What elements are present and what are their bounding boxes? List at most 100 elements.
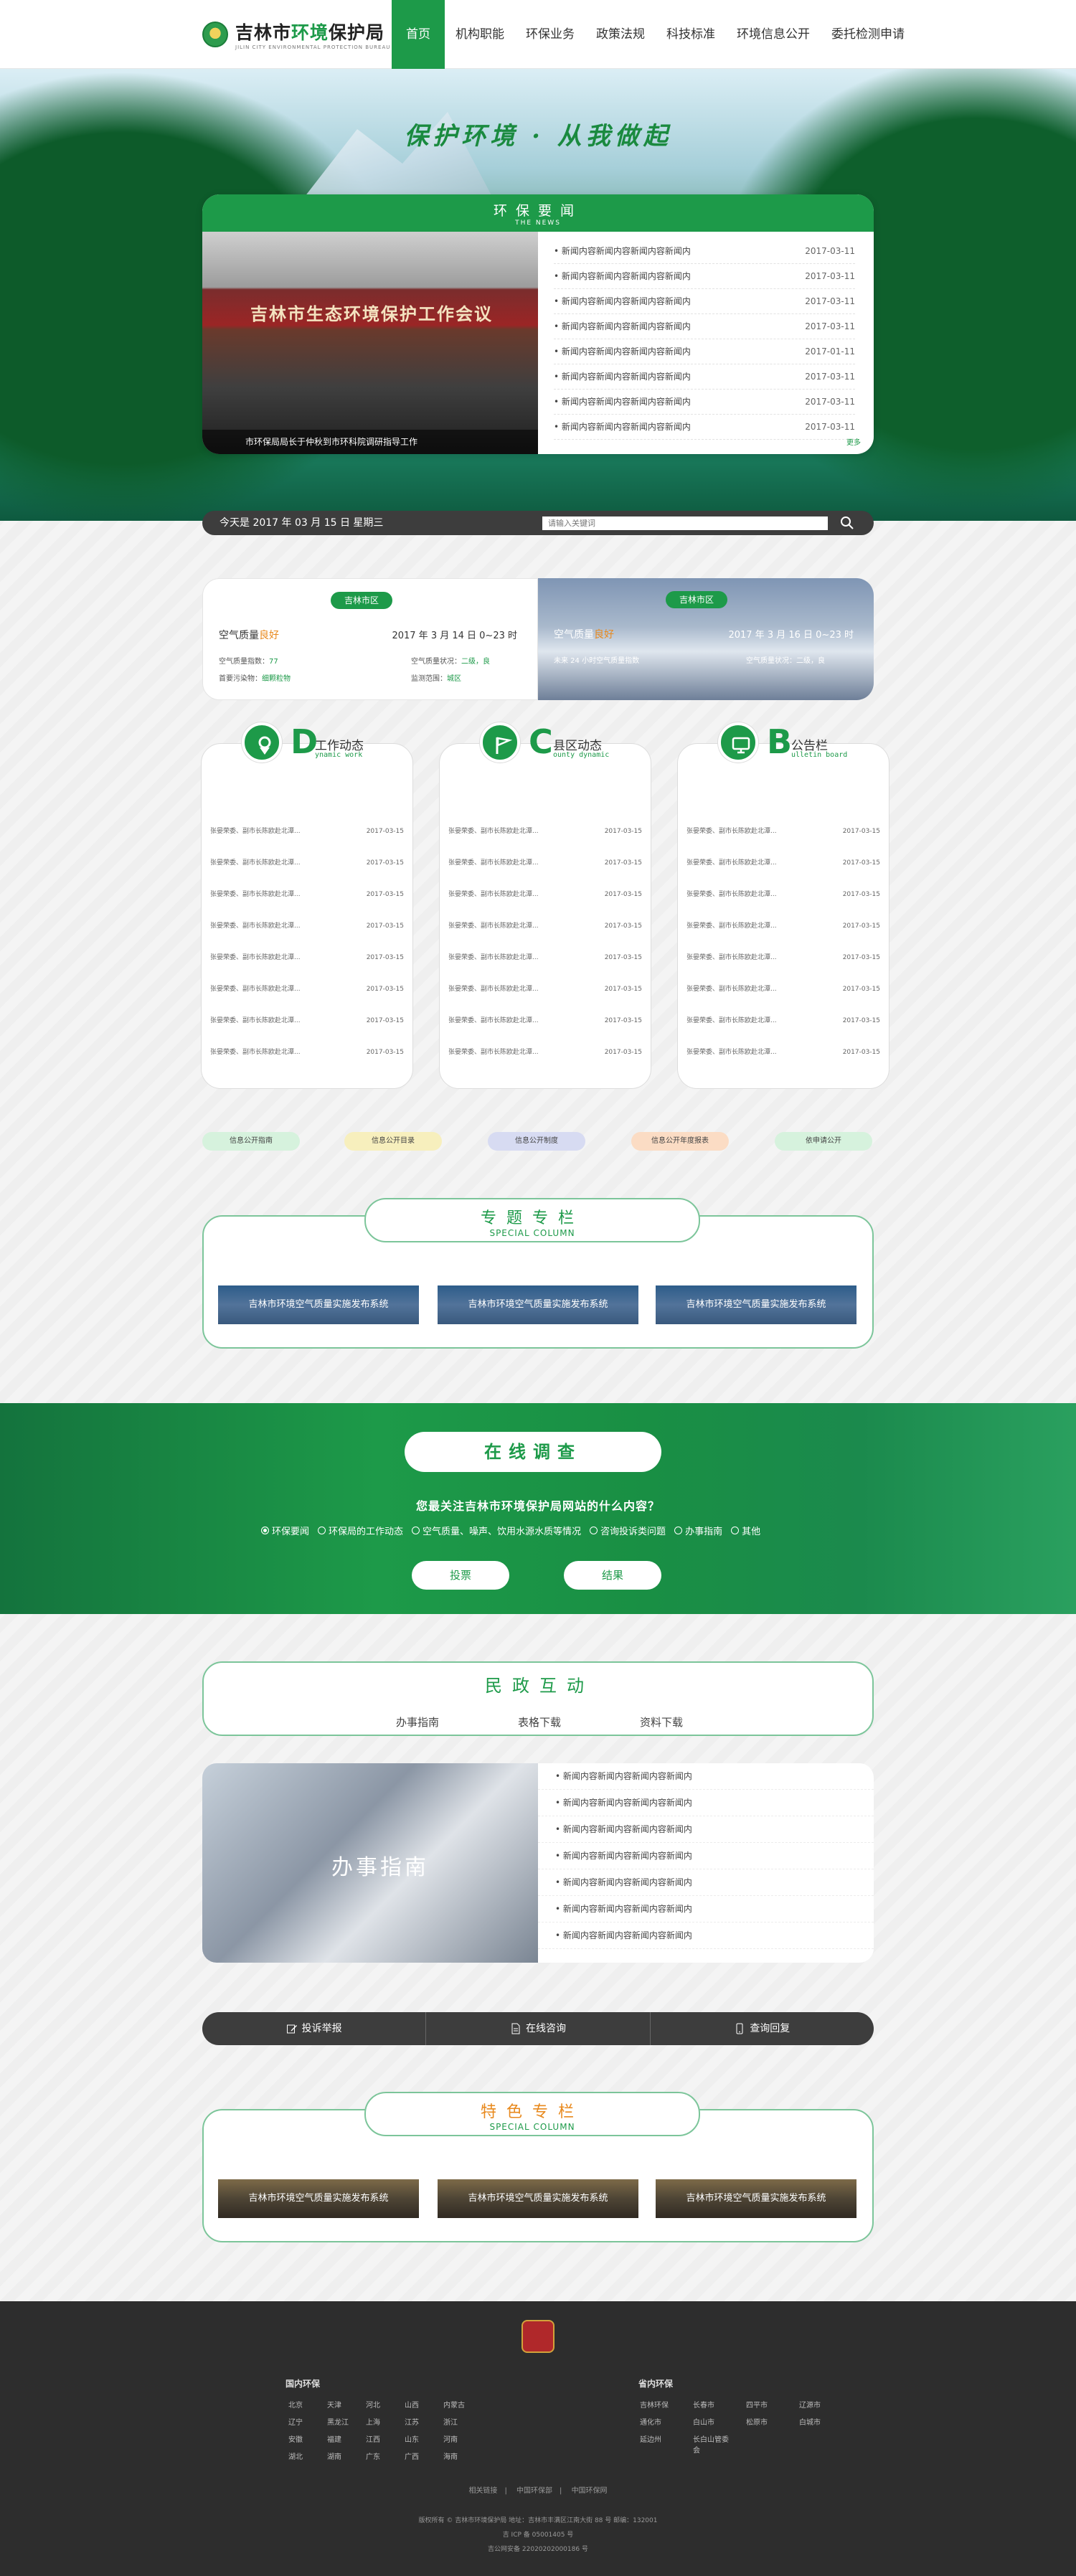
radio-icon[interactable] bbox=[731, 1527, 740, 1534]
list-item[interactable]: • 新闻内容新闻内容新闻内容新闻内 bbox=[538, 1843, 874, 1869]
footer-link[interactable]: 北京 bbox=[288, 2399, 316, 2410]
footer-link[interactable]: 湖北 bbox=[288, 2450, 316, 2461]
nav-home[interactable]: 首页 bbox=[392, 0, 445, 69]
feature-card[interactable]: 吉林市环境空气质量实施发布系统 bbox=[438, 1285, 638, 1324]
list-item[interactable]: • 新闻内容新闻内容新闻内容新闻内 bbox=[538, 1763, 874, 1790]
footer-link[interactable]: 长春市 bbox=[693, 2399, 735, 2410]
list-item[interactable]: 张晏荣委、副市长陈欧赴北潭... 2017-03-15 bbox=[686, 847, 880, 879]
list-item[interactable]: • 新闻内容新闻内容新闻内容新闻内 bbox=[538, 1816, 874, 1843]
list-item[interactable]: 张晏荣委、副市长陈欧赴北潭... 2017-03-15 bbox=[210, 816, 404, 847]
footer-link[interactable]: 中国环保部 bbox=[516, 2487, 552, 2495]
survey-option[interactable]: 环保局的工作动态 bbox=[318, 1524, 403, 1537]
feature-card[interactable]: 吉林市环境空气质量实施发布系统 bbox=[218, 1285, 419, 1324]
site-logo[interactable]: 吉林市环境保护局 JILIN CITY ENVIRONMENTAL PROTEC… bbox=[202, 19, 390, 50]
disclosure-annual-report-link[interactable]: 信息公开年度报表 bbox=[631, 1132, 729, 1151]
footer-link[interactable]: 山东 bbox=[405, 2433, 432, 2444]
footer-link[interactable]: 海南 bbox=[443, 2450, 471, 2461]
list-item[interactable]: 张晏荣委、副市长陈欧赴北潭... 2017-03-15 bbox=[210, 942, 404, 973]
news-item[interactable]: • 新闻内容新闻内容新闻内容新闻内 2017-03-11 bbox=[554, 415, 855, 440]
list-item[interactable]: • 新闻内容新闻内容新闻内容新闻内 bbox=[538, 1790, 874, 1816]
footer-link[interactable]: 松原市 bbox=[746, 2416, 788, 2427]
nav-business[interactable]: 环保业务 bbox=[515, 0, 585, 69]
result-button[interactable]: 结果 bbox=[564, 1561, 661, 1590]
tab-file-download[interactable]: 资料下载 bbox=[600, 1714, 722, 1730]
footer-link[interactable]: 福建 bbox=[327, 2433, 354, 2444]
news-more-link[interactable]: 更多 bbox=[846, 436, 861, 447]
footer-link[interactable]: 山西 bbox=[405, 2399, 432, 2410]
government-badge-icon[interactable] bbox=[522, 2320, 554, 2353]
list-item[interactable]: 张晏荣委、副市长陈欧赴北潭... 2017-03-15 bbox=[448, 942, 642, 973]
tab-form-download[interactable]: 表格下载 bbox=[478, 1714, 600, 1730]
footer-link[interactable]: 延边州 bbox=[640, 2433, 681, 2455]
disclosure-guide-link[interactable]: 信息公开指南 bbox=[202, 1132, 300, 1151]
footer-link[interactable]: 江苏 bbox=[405, 2416, 432, 2427]
nav-organization[interactable]: 机构职能 bbox=[445, 0, 515, 69]
footer-link[interactable]: 广西 bbox=[405, 2450, 432, 2461]
news-item[interactable]: • 新闻内容新闻内容新闻内容新闻内 2017-03-11 bbox=[554, 390, 855, 415]
list-item[interactable]: 张晏荣委、副市长陈欧赴北潭... 2017-03-15 bbox=[210, 910, 404, 942]
footer-link[interactable]: 长白山管委会 bbox=[693, 2433, 735, 2455]
list-item[interactable]: 张晏荣委、副市长陈欧赴北潭... 2017-03-15 bbox=[210, 1005, 404, 1037]
search-icon[interactable] bbox=[838, 514, 856, 532]
disclosure-policy-link[interactable]: 信息公开制度 bbox=[488, 1132, 585, 1151]
footer-link[interactable]: 上海 bbox=[366, 2416, 393, 2427]
nav-testing-request[interactable]: 委托检测申请 bbox=[821, 0, 915, 69]
footer-link[interactable]: 河北 bbox=[366, 2399, 393, 2410]
survey-option[interactable]: 办事指南 bbox=[674, 1524, 722, 1537]
feature-card[interactable]: 吉林市环境空气质量实施发布系统 bbox=[438, 2179, 638, 2218]
footer-link[interactable]: 湖南 bbox=[327, 2450, 354, 2461]
news-item[interactable]: • 新闻内容新闻内容新闻内容新闻内 2017-01-11 bbox=[554, 339, 855, 364]
list-item[interactable]: 张晏荣委、副市长陈欧赴北潭... 2017-03-15 bbox=[448, 1037, 642, 1068]
list-item[interactable]: 张晏荣委、副市长陈欧赴北潭... 2017-03-15 bbox=[448, 1005, 642, 1037]
feature-card[interactable]: 吉林市环境空气质量实施发布系统 bbox=[656, 1285, 856, 1324]
footer-link[interactable]: 通化市 bbox=[640, 2416, 681, 2427]
list-item[interactable]: 张晏荣委、副市长陈欧赴北潭... 2017-03-15 bbox=[210, 879, 404, 910]
list-item[interactable]: 张晏荣委、副市长陈欧赴北潭... 2017-03-15 bbox=[448, 847, 642, 879]
footer-link[interactable]: 黑龙江 bbox=[327, 2416, 354, 2427]
complaint-button[interactable]: 投诉举报 bbox=[202, 2012, 427, 2045]
list-item[interactable]: • 新闻内容新闻内容新闻内容新闻内 bbox=[538, 1869, 874, 1896]
list-item[interactable]: • 新闻内容新闻内容新闻内容新闻内 bbox=[538, 1896, 874, 1922]
tab-guide[interactable]: 办事指南 bbox=[357, 1714, 478, 1730]
footer-link[interactable]: 白山市 bbox=[693, 2416, 735, 2427]
footer-link[interactable]: 浙江 bbox=[443, 2416, 471, 2427]
request-disclosure-link[interactable]: 依申请公开 bbox=[775, 1132, 872, 1151]
list-item[interactable]: 张晏荣委、副市长陈欧赴北潭... 2017-03-15 bbox=[448, 816, 642, 847]
vote-button[interactable]: 投票 bbox=[412, 1561, 509, 1590]
news-item[interactable]: • 新闻内容新闻内容新闻内容新闻内 2017-03-11 bbox=[554, 239, 855, 264]
list-item[interactable]: 张晏荣委、副市长陈欧赴北潭... 2017-03-15 bbox=[210, 1037, 404, 1068]
footer-link[interactable]: 江西 bbox=[366, 2433, 393, 2444]
footer-link[interactable]: 四平市 bbox=[746, 2399, 788, 2410]
footer-link[interactable]: 相关链接 bbox=[468, 2487, 497, 2495]
list-item[interactable]: 张晏荣委、副市长陈欧赴北潭... 2017-03-15 bbox=[686, 973, 880, 1005]
feature-card[interactable]: 吉林市环境空气质量实施发布系统 bbox=[656, 2179, 856, 2218]
news-photo[interactable]: 吉林市生态环境保护工作会议 市环保局局长于仲秋到市环科院调研指导工作 bbox=[202, 232, 538, 454]
list-item[interactable]: 张晏荣委、副市长陈欧赴北潭... 2017-03-15 bbox=[686, 1037, 880, 1068]
query-reply-button[interactable]: 查询回复 bbox=[651, 2012, 874, 2045]
news-item[interactable]: • 新闻内容新闻内容新闻内容新闻内 2017-03-11 bbox=[554, 314, 855, 339]
news-item[interactable]: • 新闻内容新闻内容新闻内容新闻内 2017-03-11 bbox=[554, 364, 855, 390]
news-item[interactable]: • 新闻内容新闻内容新闻内容新闻内 2017-03-11 bbox=[554, 289, 855, 314]
survey-option[interactable]: 环保要闻 bbox=[261, 1524, 309, 1537]
footer-link[interactable]: 辽宁 bbox=[288, 2416, 316, 2427]
search-input[interactable] bbox=[542, 516, 828, 530]
area-tag[interactable]: 吉林市区 bbox=[331, 592, 392, 609]
survey-option[interactable]: 空气质量、噪声、饮用水源水质等情况 bbox=[412, 1524, 581, 1537]
footer-link[interactable]: 白城市 bbox=[799, 2416, 841, 2427]
list-item[interactable]: 张晏荣委、副市长陈欧赴北潭... 2017-03-15 bbox=[210, 973, 404, 1005]
list-item[interactable]: 张晏荣委、副市长陈欧赴北潭... 2017-03-15 bbox=[686, 879, 880, 910]
list-item[interactable]: 张晏荣委、副市长陈欧赴北潭... 2017-03-15 bbox=[448, 910, 642, 942]
list-item[interactable]: 张晏荣委、副市长陈欧赴北潭... 2017-03-15 bbox=[448, 879, 642, 910]
area-tag[interactable]: 吉林市区 bbox=[666, 591, 727, 608]
nav-standards[interactable]: 科技标准 bbox=[656, 0, 726, 69]
nav-disclosure[interactable]: 环境信息公开 bbox=[726, 0, 821, 69]
footer-link[interactable]: 辽源市 bbox=[799, 2399, 841, 2410]
footer-link[interactable]: 河南 bbox=[443, 2433, 471, 2444]
radio-icon[interactable] bbox=[674, 1527, 683, 1534]
online-consult-button[interactable]: 在线咨询 bbox=[426, 2012, 651, 2045]
footer-link[interactable]: 内蒙古 bbox=[443, 2399, 471, 2410]
feature-card[interactable]: 吉林市环境空气质量实施发布系统 bbox=[218, 2179, 419, 2218]
footer-link[interactable]: 天津 bbox=[327, 2399, 354, 2410]
survey-option[interactable]: 咨询投诉类问题 bbox=[590, 1524, 666, 1537]
disclosure-catalog-link[interactable]: 信息公开目录 bbox=[344, 1132, 442, 1151]
